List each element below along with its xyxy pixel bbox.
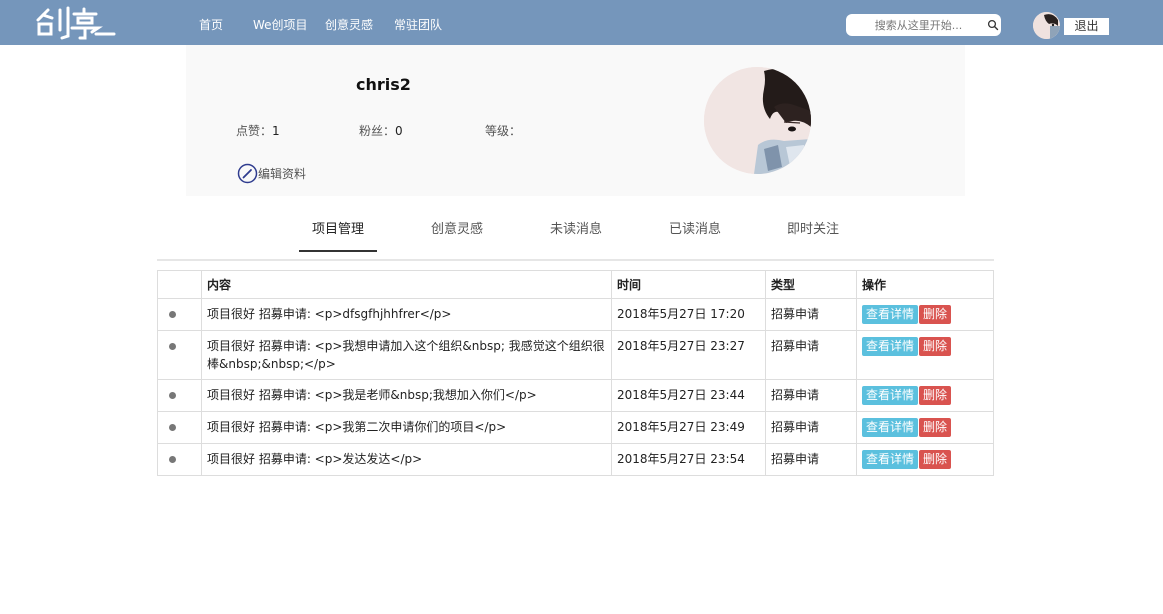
avatar-photo-icon [1033, 12, 1060, 39]
row-actions: 查看详情 删除 [856, 298, 994, 331]
level-label: 等级： [485, 124, 522, 138]
user-avatar[interactable] [1033, 12, 1060, 39]
delete-button[interactable]: 删除 [919, 450, 952, 469]
row-type: 招募申请 [765, 298, 857, 331]
row-marker [157, 330, 202, 380]
profile-tabs: 项目管理 创意灵感 未读消息 已读消息 即时关注 [0, 205, 1163, 261]
row-actions: 查看详情 删除 [856, 443, 994, 476]
site-logo[interactable] [34, 4, 118, 40]
fans-stat: 粉丝：0 [359, 122, 403, 139]
row-actions: 查看详情 删除 [856, 411, 994, 444]
tab-creative-ideas[interactable]: 创意灵感 [431, 218, 483, 237]
table-row: 项目很好 招募申请: <p>我第二次申请你们的项目</p> 2018年5月27日… [157, 411, 994, 444]
row-marker [157, 443, 202, 476]
profile-avatar [704, 67, 811, 174]
row-content: 项目很好 招募申请: <p>我是老师&nbsp;我想加入你们</p> [201, 379, 612, 412]
logo-mark-icon [36, 6, 116, 40]
row-type: 招募申请 [765, 330, 857, 380]
delete-button[interactable]: 删除 [919, 386, 952, 405]
nav-resident-team[interactable]: 常驻团队 [394, 16, 442, 33]
view-details-button[interactable]: 查看详情 [862, 418, 919, 437]
view-details-button[interactable]: 查看详情 [862, 450, 919, 469]
delete-button[interactable]: 删除 [919, 418, 952, 437]
edit-profile-label: 编辑资料 [258, 166, 307, 181]
profile-card: chris2 点赞：1 粉丝：0 等级： 编辑资料 [186, 45, 965, 196]
row-time: 2018年5月27日 17:20 [611, 298, 766, 331]
row-content: 项目很好 招募申请: <p>我想申请加入这个组织&nbsp; 我感觉这个组织很棒… [201, 330, 612, 380]
bullet-dot-icon [169, 311, 176, 318]
bullet-dot-icon [169, 343, 176, 350]
row-actions: 查看详情 删除 [856, 330, 994, 380]
row-time: 2018年5月27日 23:49 [611, 411, 766, 444]
nav-home[interactable]: 首页 [199, 16, 223, 33]
likes-stat: 点赞：1 [236, 122, 280, 139]
view-details-button[interactable]: 查看详情 [862, 337, 919, 356]
search-input[interactable] [856, 17, 981, 33]
table-row: 项目很好 招募申请: <p>dfsgfhjhhfrer</p> 2018年5月2… [157, 298, 994, 331]
tab-unread-messages[interactable]: 未读消息 [550, 218, 602, 237]
tabs-divider [157, 259, 994, 261]
fans-count: 0 [395, 124, 403, 138]
header-time: 时间 [611, 270, 766, 299]
row-time: 2018年5月27日 23:54 [611, 443, 766, 476]
likes-count: 1 [272, 124, 280, 138]
logout-button[interactable]: 退出 [1064, 18, 1109, 35]
header-marker [157, 270, 202, 299]
search-icon[interactable] [987, 19, 999, 31]
fans-label: 粉丝： [359, 124, 396, 138]
table-header-row: 内容 时间 类型 操作 [157, 270, 994, 299]
row-type: 招募申请 [765, 411, 857, 444]
row-marker [157, 298, 202, 331]
row-content: 项目很好 招募申请: <p>发达发达</p> [201, 443, 612, 476]
likes-label: 点赞： [236, 124, 273, 138]
row-actions: 查看详情 删除 [856, 379, 994, 412]
delete-button[interactable]: 删除 [919, 305, 952, 324]
bullet-dot-icon [169, 424, 176, 431]
table-row: 项目很好 招募申请: <p>我是老师&nbsp;我想加入你们</p> 2018年… [157, 379, 994, 412]
profile-username: chris2 [356, 75, 411, 94]
header-actions: 操作 [856, 270, 994, 299]
messages-table: 内容 时间 类型 操作 项目很好 招募申请: <p>dfsgfhjhhfrer<… [157, 270, 994, 476]
view-details-button[interactable]: 查看详情 [862, 386, 919, 405]
edit-profile-link[interactable]: 编辑资料 [237, 163, 306, 183]
row-time: 2018年5月27日 23:27 [611, 330, 766, 380]
header-type: 类型 [765, 270, 857, 299]
search-box [846, 14, 1001, 36]
tab-instant-follow[interactable]: 即时关注 [787, 218, 839, 237]
avatar-photo-icon [704, 67, 811, 174]
nav-we-projects[interactable]: We创项目 [253, 16, 308, 33]
bullet-dot-icon [169, 456, 176, 463]
level-stat: 等级： [485, 122, 521, 139]
row-marker [157, 379, 202, 412]
edit-pencil-icon [237, 163, 258, 183]
tab-project-management[interactable]: 项目管理 [312, 218, 364, 237]
table-row: 项目很好 招募申请: <p>我想申请加入这个组织&nbsp; 我感觉这个组织很棒… [157, 330, 994, 380]
row-type: 招募申请 [765, 379, 857, 412]
row-content: 项目很好 招募申请: <p>dfsgfhjhhfrer</p> [201, 298, 612, 331]
tab-read-messages[interactable]: 已读消息 [669, 218, 721, 237]
row-type: 招募申请 [765, 443, 857, 476]
table-row: 项目很好 招募申请: <p>发达发达</p> 2018年5月27日 23:54 … [157, 443, 994, 476]
nav-creative-ideas[interactable]: 创意灵感 [325, 16, 373, 33]
view-details-button[interactable]: 查看详情 [862, 305, 919, 324]
top-navbar: 首页 We创项目 创意灵感 常驻团队 退出 [0, 0, 1163, 45]
header-content: 内容 [201, 270, 612, 299]
bullet-dot-icon [169, 392, 176, 399]
delete-button[interactable]: 删除 [919, 337, 952, 356]
row-marker [157, 411, 202, 444]
row-content: 项目很好 招募申请: <p>我第二次申请你们的项目</p> [201, 411, 612, 444]
active-tab-indicator [299, 250, 377, 252]
row-time: 2018年5月27日 23:44 [611, 379, 766, 412]
